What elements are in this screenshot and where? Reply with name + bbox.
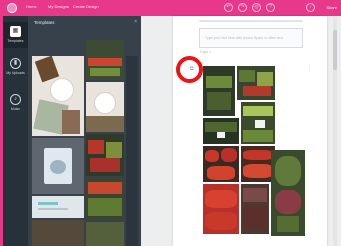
photo-detail	[243, 188, 267, 202]
template-thumbnail[interactable]	[32, 56, 84, 136]
text-line	[199, 20, 303, 22]
photo-collage[interactable]	[199, 64, 316, 238]
music-icon: ♪	[10, 94, 21, 105]
collage-photo[interactable]	[203, 66, 235, 116]
template-thumbnail[interactable]	[86, 134, 124, 176]
photo-detail	[243, 106, 273, 116]
panel-title: Templates	[34, 20, 55, 25]
collage-photo[interactable]	[203, 146, 239, 182]
undo-icon[interactable]: ↶	[224, 3, 233, 12]
thumbnail-badge	[94, 92, 116, 114]
thumbnail-graphic	[90, 158, 120, 172]
template-thumbnail[interactable]	[86, 222, 124, 246]
thumbnail-graphic	[88, 182, 122, 194]
rail-item-label: My Uploads	[6, 71, 25, 75]
thumbnail-graphic	[90, 68, 120, 76]
top-bar: Home My Designs Create Design ↶ ↷ ◎ ? ↓ …	[0, 0, 341, 16]
photo-detail	[205, 212, 237, 230]
photo-detail	[207, 166, 235, 180]
preview-icon[interactable]: ◎	[252, 3, 261, 12]
nav-my-designs[interactable]: My Designs	[48, 4, 69, 9]
template-thumbnail[interactable]	[32, 138, 84, 194]
collage-photo[interactable]	[241, 146, 275, 182]
templates-panel: Templates ×	[28, 16, 141, 246]
photo-detail	[243, 130, 273, 142]
collage-photo[interactable]	[237, 66, 275, 100]
highlight-circle	[176, 56, 203, 83]
app-window: Home My Designs Create Design ↶ ↷ ◎ ? ↓ …	[0, 0, 341, 246]
grid-icon: ▦	[10, 26, 21, 37]
thumbnail-graphic	[86, 116, 124, 132]
rail-item-label: Music	[10, 107, 21, 111]
nav-create-design[interactable]: Create Design	[73, 4, 99, 9]
nav-home[interactable]: Home	[26, 4, 37, 9]
photo-detail	[257, 72, 273, 86]
photo-detail	[275, 190, 301, 214]
rail-item-templates[interactable]: ▦ Templates	[3, 22, 28, 48]
rail-item-music[interactable]: ♪ Music	[3, 90, 28, 116]
photo-detail	[205, 150, 219, 162]
photo-detail	[205, 122, 237, 132]
collage-photo[interactable]	[203, 118, 239, 144]
template-thumbnail[interactable]	[32, 196, 84, 218]
template-thumbnail[interactable]	[86, 40, 124, 80]
collage-photo[interactable]	[203, 184, 239, 234]
text-hint: Type your text here with Adobe Spark or …	[205, 36, 283, 40]
price-tag	[255, 120, 265, 128]
thumbnail-badge	[50, 78, 74, 102]
photo-detail	[239, 70, 255, 82]
photo-detail	[206, 76, 232, 88]
collage-photo[interactable]	[271, 150, 305, 236]
app-logo[interactable]	[7, 3, 17, 13]
redo-icon[interactable]: ↷	[238, 3, 247, 12]
photo-detail	[207, 92, 231, 110]
collage-photo[interactable]	[241, 102, 275, 144]
photo-detail	[243, 164, 273, 178]
price-tag	[217, 132, 225, 138]
more-icon[interactable]: ⋮	[307, 66, 312, 72]
thumbnail-graphic	[38, 208, 68, 210]
photo-detail	[205, 190, 237, 208]
thumbnail-graphic	[38, 202, 58, 205]
help-icon[interactable]: ?	[266, 3, 275, 12]
thumbnail-graphic	[50, 160, 66, 174]
thumbnail-graphic	[88, 140, 104, 154]
template-thumbnail[interactable]	[32, 220, 84, 246]
photo-detail	[243, 150, 273, 160]
close-icon[interactable]: ×	[134, 19, 137, 25]
thumbnail-graphic	[106, 142, 122, 158]
canvas-scroll-thumb[interactable]	[333, 30, 337, 70]
thumbnail-graphic	[88, 198, 122, 216]
panel-scroll-track[interactable]	[126, 56, 138, 246]
upload-icon: ▮	[10, 58, 21, 69]
photo-detail	[243, 86, 271, 96]
thumbnail-graphic	[62, 110, 80, 134]
thumbnail-graphic	[88, 58, 122, 66]
collage-photo[interactable]	[241, 184, 269, 234]
rail-item-label: Templates	[7, 39, 24, 43]
share-button[interactable]: Share	[326, 3, 337, 12]
photo-detail	[221, 148, 237, 162]
left-rail: ▦ Templates ▮ My Uploads ♪ Music	[3, 16, 28, 246]
rail-item-uploads[interactable]: ▮ My Uploads	[3, 54, 28, 80]
template-thumbnail[interactable]	[86, 178, 124, 220]
photo-detail	[243, 206, 267, 230]
download-icon[interactable]: ↓	[306, 3, 315, 12]
photo-detail	[275, 156, 301, 186]
template-thumbnail[interactable]	[86, 82, 124, 132]
page-label: Page 1	[200, 50, 212, 54]
photo-detail	[277, 216, 299, 232]
